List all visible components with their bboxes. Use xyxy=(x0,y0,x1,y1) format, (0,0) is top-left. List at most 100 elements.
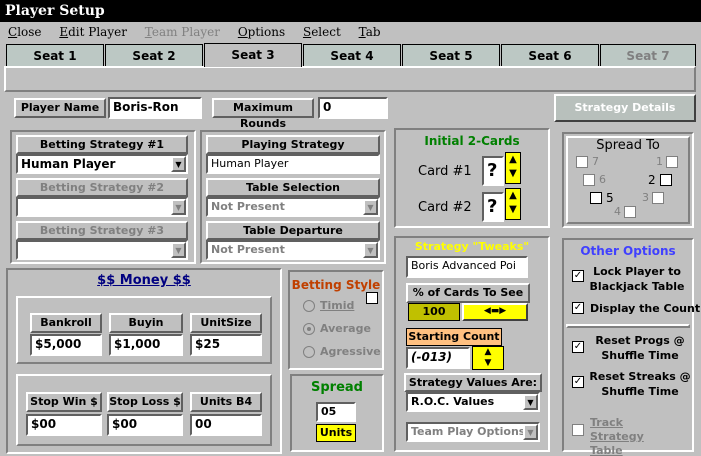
arrow-down-icon[interactable]: ▼ xyxy=(473,358,503,369)
chevron-down-icon[interactable]: ▼ xyxy=(171,199,186,215)
arrow-down-icon[interactable]: ▼ xyxy=(506,167,520,181)
lock-player-checkbox[interactable]: ✓ xyxy=(572,270,584,282)
betting-strategy-1-dropdown[interactable]: Human Player ▼ xyxy=(16,154,188,174)
spread-field[interactable]: 05 xyxy=(316,402,356,422)
reset-progs-checkbox[interactable]: ✓ xyxy=(572,341,584,353)
lock-player-label[interactable]: Lock Player to Blackjack Table xyxy=(588,264,686,294)
spread-units-button[interactable]: Units xyxy=(316,424,356,442)
pct-cards-field[interactable]: 100 xyxy=(408,303,460,321)
other-options-title: Other Options xyxy=(580,244,676,258)
card-2-spinner[interactable]: ▲ ▼ xyxy=(505,188,521,220)
spread-2-checkbox[interactable] xyxy=(660,174,672,186)
team-play-dropdown[interactable]: Team Play Options ▼ xyxy=(406,422,540,442)
betting-strategy-3-dropdown[interactable]: ▼ xyxy=(16,240,188,260)
starting-count-label: Starting Count xyxy=(406,328,502,346)
tab-seat-2[interactable]: Seat 2 xyxy=(105,44,203,66)
menu-bar: Close Edit Player Team Player Options Se… xyxy=(0,22,701,42)
buyin-field[interactable]: $1,000 xyxy=(109,334,183,356)
menu-edit-player[interactable]: Edit Player xyxy=(59,22,127,42)
spread-5-checkbox[interactable] xyxy=(590,192,602,204)
chevron-down-icon[interactable]: ▼ xyxy=(523,424,538,440)
menu-tab[interactable]: Tab xyxy=(359,22,381,42)
chevron-down-icon[interactable]: ▼ xyxy=(523,394,538,410)
timid-label[interactable]: Timid xyxy=(320,299,354,312)
track-strategy-checkbox[interactable] xyxy=(572,424,584,436)
starting-count-field[interactable]: (-013) xyxy=(406,347,470,369)
betting-strategy-1-label: Betting Strategy #1 xyxy=(16,135,188,154)
betting-strategy-2-label: Betting Strategy #2 xyxy=(16,178,188,197)
stop-loss-field[interactable]: $00 xyxy=(107,414,183,436)
spread-1-checkbox[interactable] xyxy=(666,156,678,168)
reset-streaks-checkbox[interactable]: ✓ xyxy=(572,376,584,388)
buyin-label: Buyin xyxy=(109,313,183,333)
title-bar: Player Setup xyxy=(0,0,701,22)
chevron-down-icon[interactable]: ▼ xyxy=(363,199,378,215)
tab-strip xyxy=(4,66,696,92)
strategy-details-button[interactable]: Strategy Details xyxy=(554,94,696,122)
strategy-values-dropdown[interactable]: R.O.C. Values ▼ xyxy=(406,392,540,412)
average-label[interactable]: Average xyxy=(320,322,371,335)
betting-style-checkbox[interactable] xyxy=(366,292,378,304)
table-selection-dropdown[interactable]: Not Present ▼ xyxy=(206,197,380,217)
unitsize-field[interactable]: $25 xyxy=(190,334,262,356)
tab-seat-3[interactable]: Seat 3 xyxy=(204,43,302,67)
chevron-down-icon[interactable]: ▼ xyxy=(171,156,186,172)
card-2-field[interactable]: ? xyxy=(482,192,504,222)
bankroll-field[interactable]: $5,000 xyxy=(30,334,102,356)
tab-seat-5[interactable]: Seat 5 xyxy=(402,44,500,66)
tab-seat-1[interactable]: Seat 1 xyxy=(6,44,104,66)
tab-seat-7[interactable]: Seat 7 xyxy=(600,44,696,66)
tab-seat-6[interactable]: Seat 6 xyxy=(501,44,599,66)
other-options-divider xyxy=(566,324,690,328)
menu-team-player[interactable]: Team Player xyxy=(145,22,220,42)
agressive-radio[interactable] xyxy=(303,346,315,358)
chevron-down-icon[interactable]: ▼ xyxy=(363,242,378,258)
pct-cards-spinner[interactable]: ◀▬▶ xyxy=(462,303,528,321)
max-rounds-field[interactable]: 0 xyxy=(318,97,388,119)
arrow-up-icon[interactable]: ▲ xyxy=(473,347,503,358)
stop-loss-label: Stop Loss $ xyxy=(107,392,183,412)
unitsize-label: UnitSize xyxy=(190,313,262,333)
arrow-down-icon[interactable]: ▼ xyxy=(506,203,520,217)
agressive-label[interactable]: Agressive xyxy=(320,345,381,358)
menu-close[interactable]: Close xyxy=(8,22,42,42)
spread-6-checkbox[interactable] xyxy=(583,174,595,186)
spread-7-checkbox[interactable] xyxy=(576,156,588,168)
max-rounds-label: Maximum Rounds xyxy=(212,98,314,130)
reset-streaks-label[interactable]: Reset Streaks @ Shuffle Time xyxy=(588,369,692,399)
card-1-spinner[interactable]: ▲ ▼ xyxy=(505,152,521,184)
betting-strategy-2-dropdown[interactable]: ▼ xyxy=(16,197,188,217)
starting-count-spinner[interactable]: ▲ ▼ xyxy=(472,346,504,370)
stop-win-field[interactable]: $00 xyxy=(26,414,102,436)
spread-4-checkbox[interactable] xyxy=(624,206,636,218)
spread-1-label: 1 xyxy=(656,155,663,168)
timid-radio[interactable] xyxy=(303,300,315,312)
menu-select[interactable]: Select xyxy=(303,22,341,42)
arrow-left-right-icon: ◀▬▶ xyxy=(483,306,507,316)
spread-7-label: 7 xyxy=(592,155,599,168)
units-b4-field[interactable]: 00 xyxy=(190,414,262,436)
display-count-label[interactable]: Display the Count xyxy=(590,302,700,315)
playing-strategy-label: Playing Strategy xyxy=(206,135,380,154)
strategy-values-value: R.O.C. Values xyxy=(411,395,495,408)
player-name-field[interactable]: Boris-Ron xyxy=(108,97,202,119)
arrow-up-icon[interactable]: ▲ xyxy=(506,189,520,203)
arrow-up-icon[interactable]: ▲ xyxy=(506,153,520,167)
display-count-checkbox[interactable]: ✓ xyxy=(572,302,584,314)
strategy-tweaks-field[interactable]: Boris Advanced Poi xyxy=(406,256,528,278)
table-departure-dropdown[interactable]: Not Present ▼ xyxy=(206,240,380,260)
playing-strategy-field[interactable]: Human Player xyxy=(206,154,380,174)
average-radio[interactable] xyxy=(303,323,315,335)
card-1-field[interactable]: ? xyxy=(482,156,504,186)
reset-progs-label[interactable]: Reset Progs @ Shuffle Time xyxy=(588,333,692,363)
table-departure-value: Not Present xyxy=(211,243,285,256)
tab-seat-4[interactable]: Seat 4 xyxy=(303,44,401,66)
menu-options[interactable]: Options xyxy=(238,22,285,42)
table-selection-label: Table Selection xyxy=(206,178,380,197)
spread-3-checkbox[interactable] xyxy=(652,192,664,204)
table-selection-value: Not Present xyxy=(211,200,285,213)
card-1-label: Card #1 xyxy=(418,164,472,179)
track-strategy-label[interactable]: Track Strategy Table xyxy=(590,416,680,456)
spread-4-label: 4 xyxy=(614,205,621,218)
chevron-down-icon[interactable]: ▼ xyxy=(171,242,186,258)
